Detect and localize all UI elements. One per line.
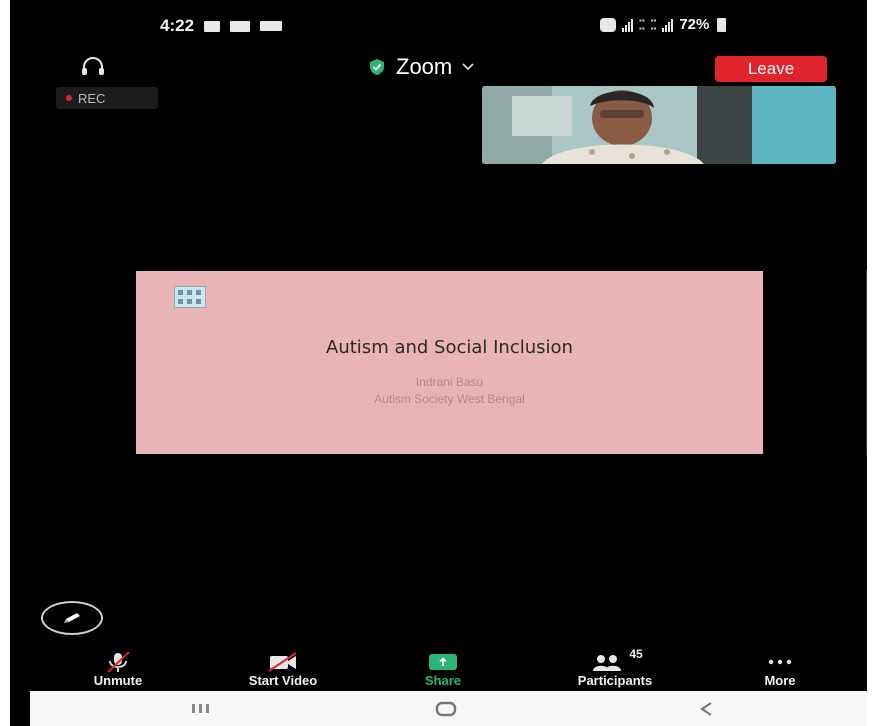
navigation-bar [30,691,867,726]
status-bar: 4:22 ▪▪ ▪▪ ▪▪ ▪▪ 72% [10,0,867,50]
shield-check-icon [370,59,384,75]
meeting-toolbar: Unmute Start Video Share 45 Participants… [10,647,867,690]
share-button[interactable]: Share [403,650,483,690]
video-notification-icon [260,21,283,31]
participants-button[interactable]: 45 Participants [545,647,685,690]
start-video-label: Start Video [248,673,318,688]
unmute-label: Unmute [93,673,143,688]
lte-icon: ▪▪ ▪▪ [650,15,657,33]
slide-presenter: Indrani Basu [415,375,484,389]
slide-organization: Autism Society West Bengal [374,392,525,406]
participants-icon [593,655,622,671]
more-dots-icon [768,659,792,665]
headset-icon[interactable] [80,56,106,78]
participants-count: 45 [629,647,643,661]
start-video-button[interactable]: Start Video [218,650,348,690]
recent-apps-icon[interactable] [190,702,212,715]
battery-percent: 72% [679,16,710,33]
status-left: 4:22 [160,16,283,36]
recording-dot-icon [66,95,72,101]
alarm-icon [600,17,616,32]
facebook-icon [230,20,251,32]
scrollbar[interactable] [866,270,867,455]
more-button[interactable]: More [740,650,820,690]
shared-screen-slide: Autism and Social Inclusion Indrani Basu… [136,271,763,454]
back-icon[interactable] [698,700,714,718]
share-arrow-icon [429,654,457,670]
recording-badge: REC [56,87,158,109]
meeting-title: Zoom [396,54,453,79]
unmute-button[interactable]: Unmute [68,650,168,690]
battery-icon [717,17,727,32]
chevron-down-icon [462,63,474,71]
gallery-icon [204,20,221,32]
slide-logo-icon [174,286,206,308]
more-label: More [764,673,796,688]
signal-2-icon [662,18,674,32]
recording-label: REC [78,90,106,106]
leave-button[interactable]: Leave [715,56,827,82]
microphone-muted-icon [107,651,130,673]
status-right: ▪▪ ▪▪ ▪▪ ▪▪ 72% [600,15,727,33]
pencil-icon [64,613,80,623]
meeting-title-dropdown[interactable]: Zoom [368,52,474,82]
volte-icon: ▪▪ ▪▪ [639,15,645,33]
slide-title: Autism and Social Inclusion [326,337,573,358]
video-off-icon [268,652,297,672]
share-label: Share [424,673,462,688]
signal-icon [622,18,633,32]
home-icon[interactable] [434,700,458,718]
annotate-button[interactable] [41,601,103,635]
status-time: 4:22 [160,16,195,35]
zoom-meeting-screen: 4:22 ▪▪ ▪▪ ▪▪ ▪▪ 72% Zoom Leave REC Auti… [10,0,867,726]
participants-label: Participants [577,673,653,688]
speaker-video-thumbnail[interactable] [482,86,836,164]
